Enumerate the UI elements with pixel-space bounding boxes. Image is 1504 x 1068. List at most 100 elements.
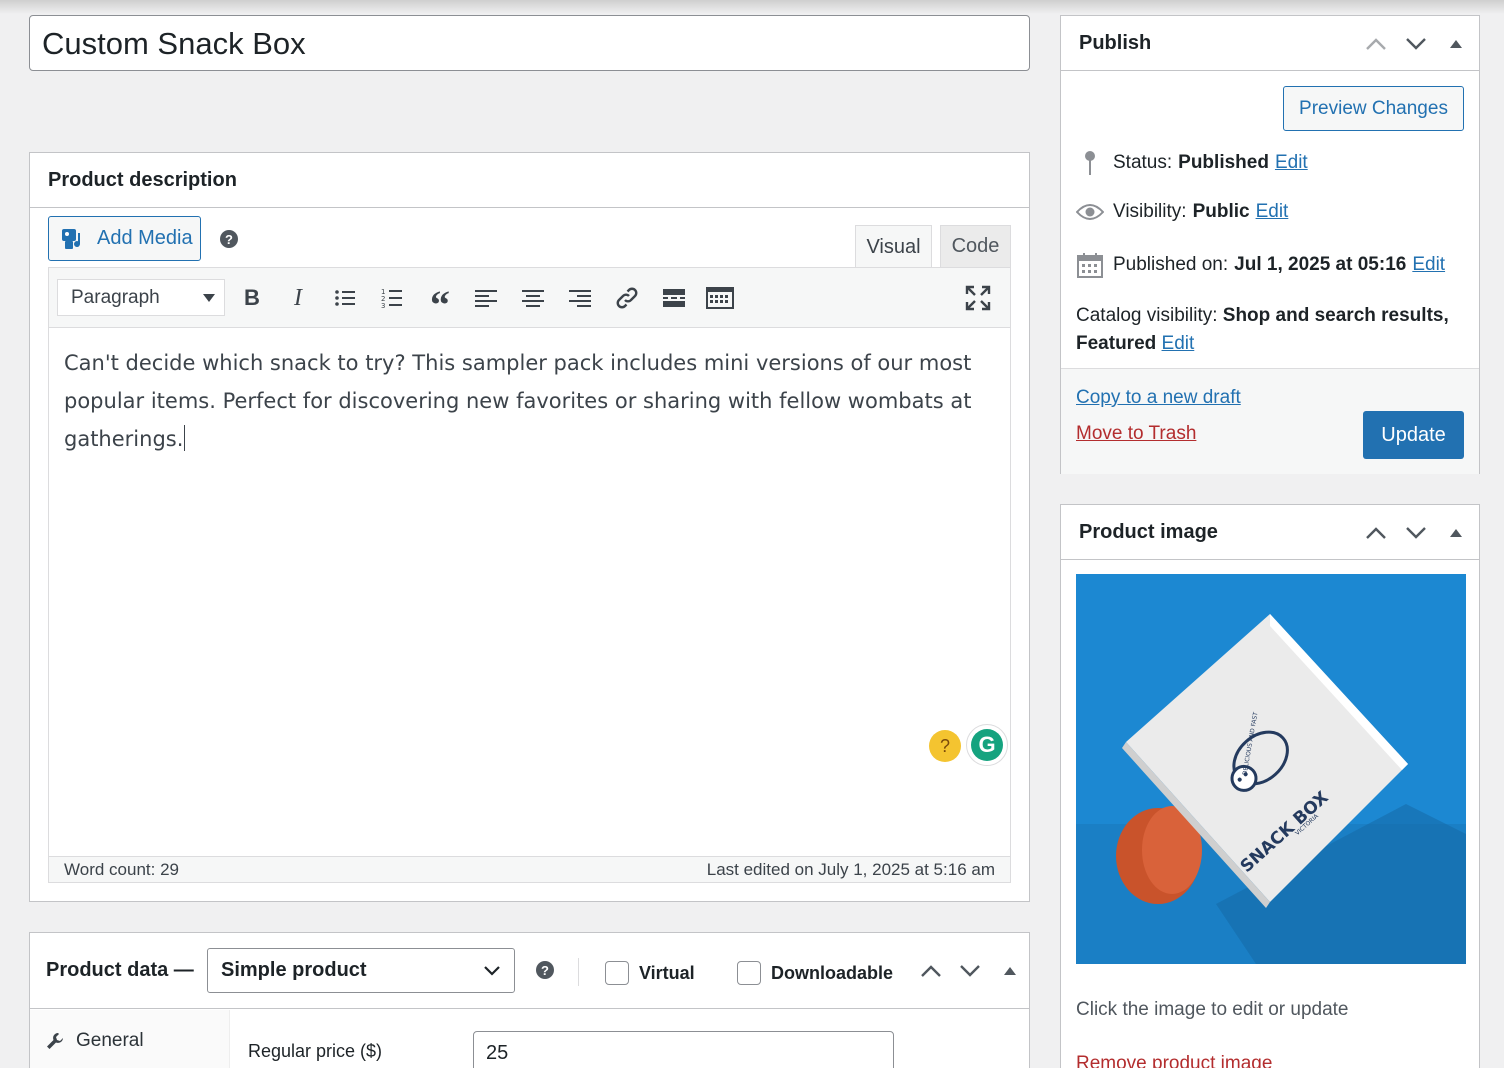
regular-price-input[interactable]: 25 (473, 1031, 894, 1068)
edit-visibility-link[interactable]: Edit (1256, 201, 1289, 223)
wrench-icon (47, 1033, 63, 1049)
grammarly-icon: G (971, 729, 1003, 761)
major-publishing-actions: Copy to a new draft Move to Trash Update (1061, 368, 1479, 474)
bold-icon: B (244, 285, 260, 310)
edit-status-link[interactable]: Edit (1275, 152, 1308, 174)
read-more-button[interactable] (659, 283, 689, 313)
snack-box-photo: SNACK BOX DELICIOUS AND FAST VICTORIA (1076, 574, 1466, 964)
remove-product-image-link[interactable]: Remove product image (1076, 1053, 1272, 1068)
read-more-icon (663, 289, 685, 307)
add-media-label: Add Media (97, 227, 193, 249)
eye-icon (1076, 204, 1104, 220)
product-image-header: Product image (1061, 505, 1479, 560)
publish-heading: Publish (1079, 31, 1152, 54)
help-icon[interactable]: ? (220, 230, 238, 248)
chevron-down-icon (1406, 526, 1426, 539)
link-button[interactable] (612, 283, 642, 313)
blockquote-button[interactable]: “ (425, 282, 455, 327)
update-button[interactable]: Update (1363, 411, 1464, 459)
publish-move-down-button[interactable] (1403, 31, 1429, 57)
text-cursor (184, 425, 186, 451)
virtual-label: Virtual (639, 962, 695, 983)
toolbar-toggle-icon (706, 287, 734, 309)
tab-visual[interactable]: Visual (855, 225, 932, 268)
catalog-label: Catalog visibility: (1076, 305, 1218, 326)
align-right-icon (569, 290, 591, 307)
format-select[interactable]: Paragraph (57, 279, 225, 316)
product-data-box: Product data — Simple product ? Virtual … (29, 932, 1030, 1068)
downloadable-checkbox-box[interactable] (737, 961, 761, 985)
chevron-down-icon (484, 966, 500, 976)
publish-box: Publish Preview Changes Status: Published… (1060, 15, 1480, 474)
bulleted-list-button[interactable] (330, 283, 360, 313)
divider (578, 958, 579, 986)
move-up-button[interactable] (918, 958, 944, 984)
move-down-button[interactable] (957, 958, 983, 984)
triangle-up-icon (1004, 967, 1016, 975)
edit-catalog-link[interactable]: Edit (1162, 333, 1195, 354)
chevron-up-icon (1366, 37, 1386, 50)
editor-toolbar: Paragraph B I 123 “ (49, 268, 1010, 328)
align-left-button[interactable] (471, 283, 501, 313)
product-data-help-icon[interactable]: ? (536, 961, 554, 979)
fullscreen-button[interactable] (963, 283, 993, 313)
grammarly-button[interactable]: G (966, 724, 1008, 766)
publish-move-up-button[interactable] (1363, 31, 1389, 57)
copy-to-draft-link[interactable]: Copy to a new draft (1076, 387, 1241, 409)
image-toggle-button[interactable] (1443, 520, 1469, 546)
format-select-value: Paragraph (71, 287, 160, 308)
numbered-list-icon: 123 (381, 288, 402, 309)
visibility-label: Visibility: (1113, 201, 1187, 222)
toolbar-toggle-button[interactable] (705, 283, 735, 313)
image-move-down-button[interactable] (1403, 520, 1429, 546)
product-image-box: Product image SNACK BOX DELICIOUS AND FA… (1060, 504, 1480, 1068)
calendar-icon (1077, 253, 1103, 278)
tab-code[interactable]: Code (940, 225, 1011, 267)
status-row: Status: Published Edit (1076, 150, 1308, 176)
toggle-panel-button[interactable] (997, 958, 1023, 984)
add-media-button[interactable]: Add Media (48, 216, 201, 261)
published-on-row: Published on: Jul 1, 2025 at 05:16 Edit (1076, 252, 1445, 278)
bulleted-list-icon (335, 290, 355, 306)
triangle-up-icon (1450, 39, 1462, 48)
align-center-icon (522, 290, 544, 307)
align-right-button[interactable] (565, 283, 595, 313)
tab-general[interactable]: General (46, 1030, 144, 1052)
move-to-trash-link[interactable]: Move to Trash (1076, 423, 1196, 445)
publish-toggle-button[interactable] (1443, 31, 1469, 57)
align-center-button[interactable] (518, 283, 548, 313)
visibility-row: Visibility: Public Edit (1076, 201, 1288, 223)
italic-button[interactable]: I (283, 283, 313, 313)
edit-published-link[interactable]: Edit (1412, 254, 1445, 276)
thinking-emoji-icon[interactable]: ? (929, 730, 961, 762)
fullscreen-icon (965, 285, 991, 311)
product-description-box: Product description Add Media ? Visual C… (29, 152, 1030, 902)
product-data-tabs: General (30, 1010, 230, 1068)
product-image-heading: Product image (1079, 520, 1218, 543)
bold-button[interactable]: B (237, 283, 267, 313)
editor-content-text: Can't decide which snack to try? This sa… (64, 351, 972, 451)
top-shadow (0, 0, 1504, 14)
product-title-input[interactable]: Custom Snack Box (29, 15, 1030, 71)
virtual-checkbox-box[interactable] (605, 961, 629, 985)
product-type-select[interactable]: Simple product (207, 948, 515, 993)
pin-icon (1085, 151, 1095, 175)
add-media-icon (62, 228, 81, 249)
editor-content[interactable]: Can't decide which snack to try? This sa… (64, 344, 984, 458)
word-count: Word count: 29 (64, 859, 179, 879)
status-value: Published (1178, 152, 1269, 173)
product-data-title: Product data — (46, 959, 194, 981)
preview-changes-button[interactable]: Preview Changes (1283, 86, 1464, 131)
blockquote-icon: “ (430, 282, 450, 327)
tab-general-label: General (76, 1030, 144, 1051)
editor-area: Paragraph B I 123 “ Can't decide which s… (48, 267, 1011, 883)
image-move-up-button[interactable] (1363, 520, 1389, 546)
chevron-down-icon (1406, 37, 1426, 50)
virtual-checkbox[interactable]: Virtual (605, 961, 695, 985)
product-image[interactable]: SNACK BOX DELICIOUS AND FAST VICTORIA (1076, 574, 1466, 964)
editor-statusbar: Word count: 29 Last edited on July 1, 20… (49, 856, 1010, 882)
chevron-down-icon (960, 965, 980, 977)
product-type-value: Simple product (221, 959, 367, 981)
numbered-list-button[interactable]: 123 (377, 283, 407, 313)
downloadable-checkbox[interactable]: Downloadable (737, 961, 893, 985)
